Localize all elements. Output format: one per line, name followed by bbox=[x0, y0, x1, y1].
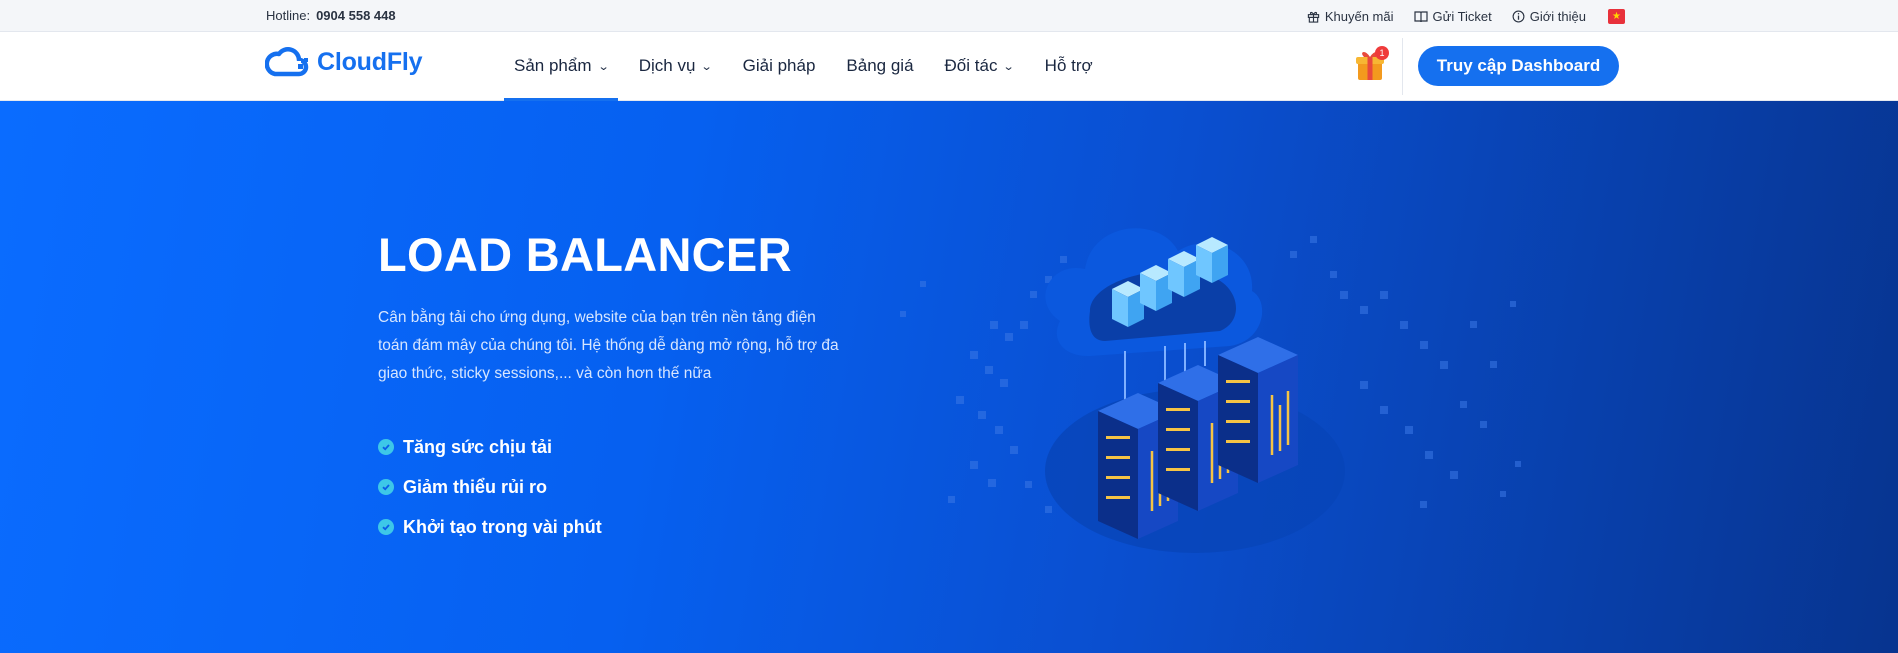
check-icon bbox=[378, 479, 394, 495]
feature-item: Khởi tạo trong vài phút bbox=[378, 507, 602, 547]
menu-item-services[interactable]: Dịch vụ ⌄ bbox=[629, 32, 722, 100]
top-links: Khuyến mãi Gửi Ticket Giới thiệu ★ bbox=[1307, 0, 1625, 32]
menu-item-support[interactable]: Hỗ trợ bbox=[1035, 32, 1103, 100]
hero-title: LOAD BALANCER bbox=[378, 228, 792, 281]
hero-section: LOAD BALANCER Cân bằng tải cho ứng dụng,… bbox=[0, 101, 1898, 653]
about-link-label: Giới thiệu bbox=[1529, 8, 1586, 24]
feature-item: Giảm thiểu rủi ro bbox=[378, 467, 602, 507]
hotline-label: Hotline: bbox=[266, 8, 311, 23]
ticket-link-label: Gửi Ticket bbox=[1432, 8, 1492, 24]
cloud-logo-icon bbox=[265, 47, 309, 77]
chevron-down-icon: ⌄ bbox=[1003, 60, 1016, 73]
gift-button[interactable]: 1 bbox=[1355, 46, 1389, 82]
ticket-link[interactable]: Gửi Ticket bbox=[1413, 8, 1492, 24]
feature-label: Tăng sức chịu tải bbox=[403, 436, 553, 457]
feature-label: Giảm thiểu rủi ro bbox=[403, 476, 548, 497]
menu-item-products[interactable]: Sản phẩm ⌄ bbox=[504, 32, 618, 101]
hotline: Hotline: 0904 558 448 bbox=[266, 8, 396, 23]
menu-item-label: Hỗ trợ bbox=[1044, 56, 1093, 75]
check-icon bbox=[378, 439, 394, 455]
nav-divider bbox=[1402, 38, 1403, 95]
feature-list: Tăng sức chịu tải Giảm thiểu rủi ro Khởi… bbox=[378, 427, 602, 547]
server-cloud-illustration bbox=[900, 228, 1521, 553]
promo-link-label: Khuyến mãi bbox=[1324, 8, 1394, 24]
menu-item-label: Sản phẩm bbox=[514, 56, 592, 75]
menu-item-label: Dịch vụ bbox=[638, 56, 696, 75]
check-icon bbox=[378, 519, 394, 535]
dashboard-button[interactable]: Truy cập Dashboard bbox=[1418, 46, 1619, 86]
menu-item-label: Bảng giá bbox=[846, 56, 914, 75]
main-nav: CloudFly Sản phẩm ⌄ Dịch vụ ⌄ Giải pháp Bả… bbox=[0, 32, 1898, 101]
gift-badge: 1 bbox=[1375, 46, 1389, 60]
menu-item-pricing[interactable]: Bảng giá bbox=[836, 32, 923, 100]
feature-label: Khởi tạo trong vài phút bbox=[403, 516, 602, 537]
chevron-down-icon: ⌄ bbox=[597, 60, 610, 73]
about-link[interactable]: Giới thiệu bbox=[1512, 9, 1586, 24]
vietnam-flag-icon[interactable]: ★ bbox=[1608, 8, 1625, 24]
logo[interactable]: CloudFly bbox=[265, 44, 423, 80]
menu-item-partners[interactable]: Đối tác ⌄ bbox=[935, 32, 1024, 100]
hotline-number[interactable]: 0904 558 448 bbox=[316, 8, 396, 23]
logo-text: CloudFly bbox=[317, 47, 423, 76]
chevron-down-icon: ⌄ bbox=[701, 60, 714, 73]
main-menu: Sản phẩm ⌄ Dịch vụ ⌄ Giải pháp Bảng giá Đố… bbox=[504, 32, 1114, 101]
hero-description: Cân bằng tải cho ứng dụng, website của b… bbox=[378, 309, 839, 382]
menu-item-label: Giải pháp bbox=[742, 56, 816, 75]
top-bar: Hotline: 0904 558 448 Khuyến mãi Gửi Tick… bbox=[0, 0, 1898, 32]
gift-icon bbox=[1307, 11, 1320, 23]
promo-link[interactable]: Khuyến mãi bbox=[1307, 9, 1394, 24]
menu-item-solutions[interactable]: Giải pháp bbox=[733, 32, 826, 100]
feature-item: Tăng sức chịu tải bbox=[378, 427, 602, 467]
menu-item-label: Đối tác bbox=[944, 56, 998, 75]
book-icon bbox=[1413, 10, 1428, 22]
info-icon bbox=[1512, 10, 1525, 22]
